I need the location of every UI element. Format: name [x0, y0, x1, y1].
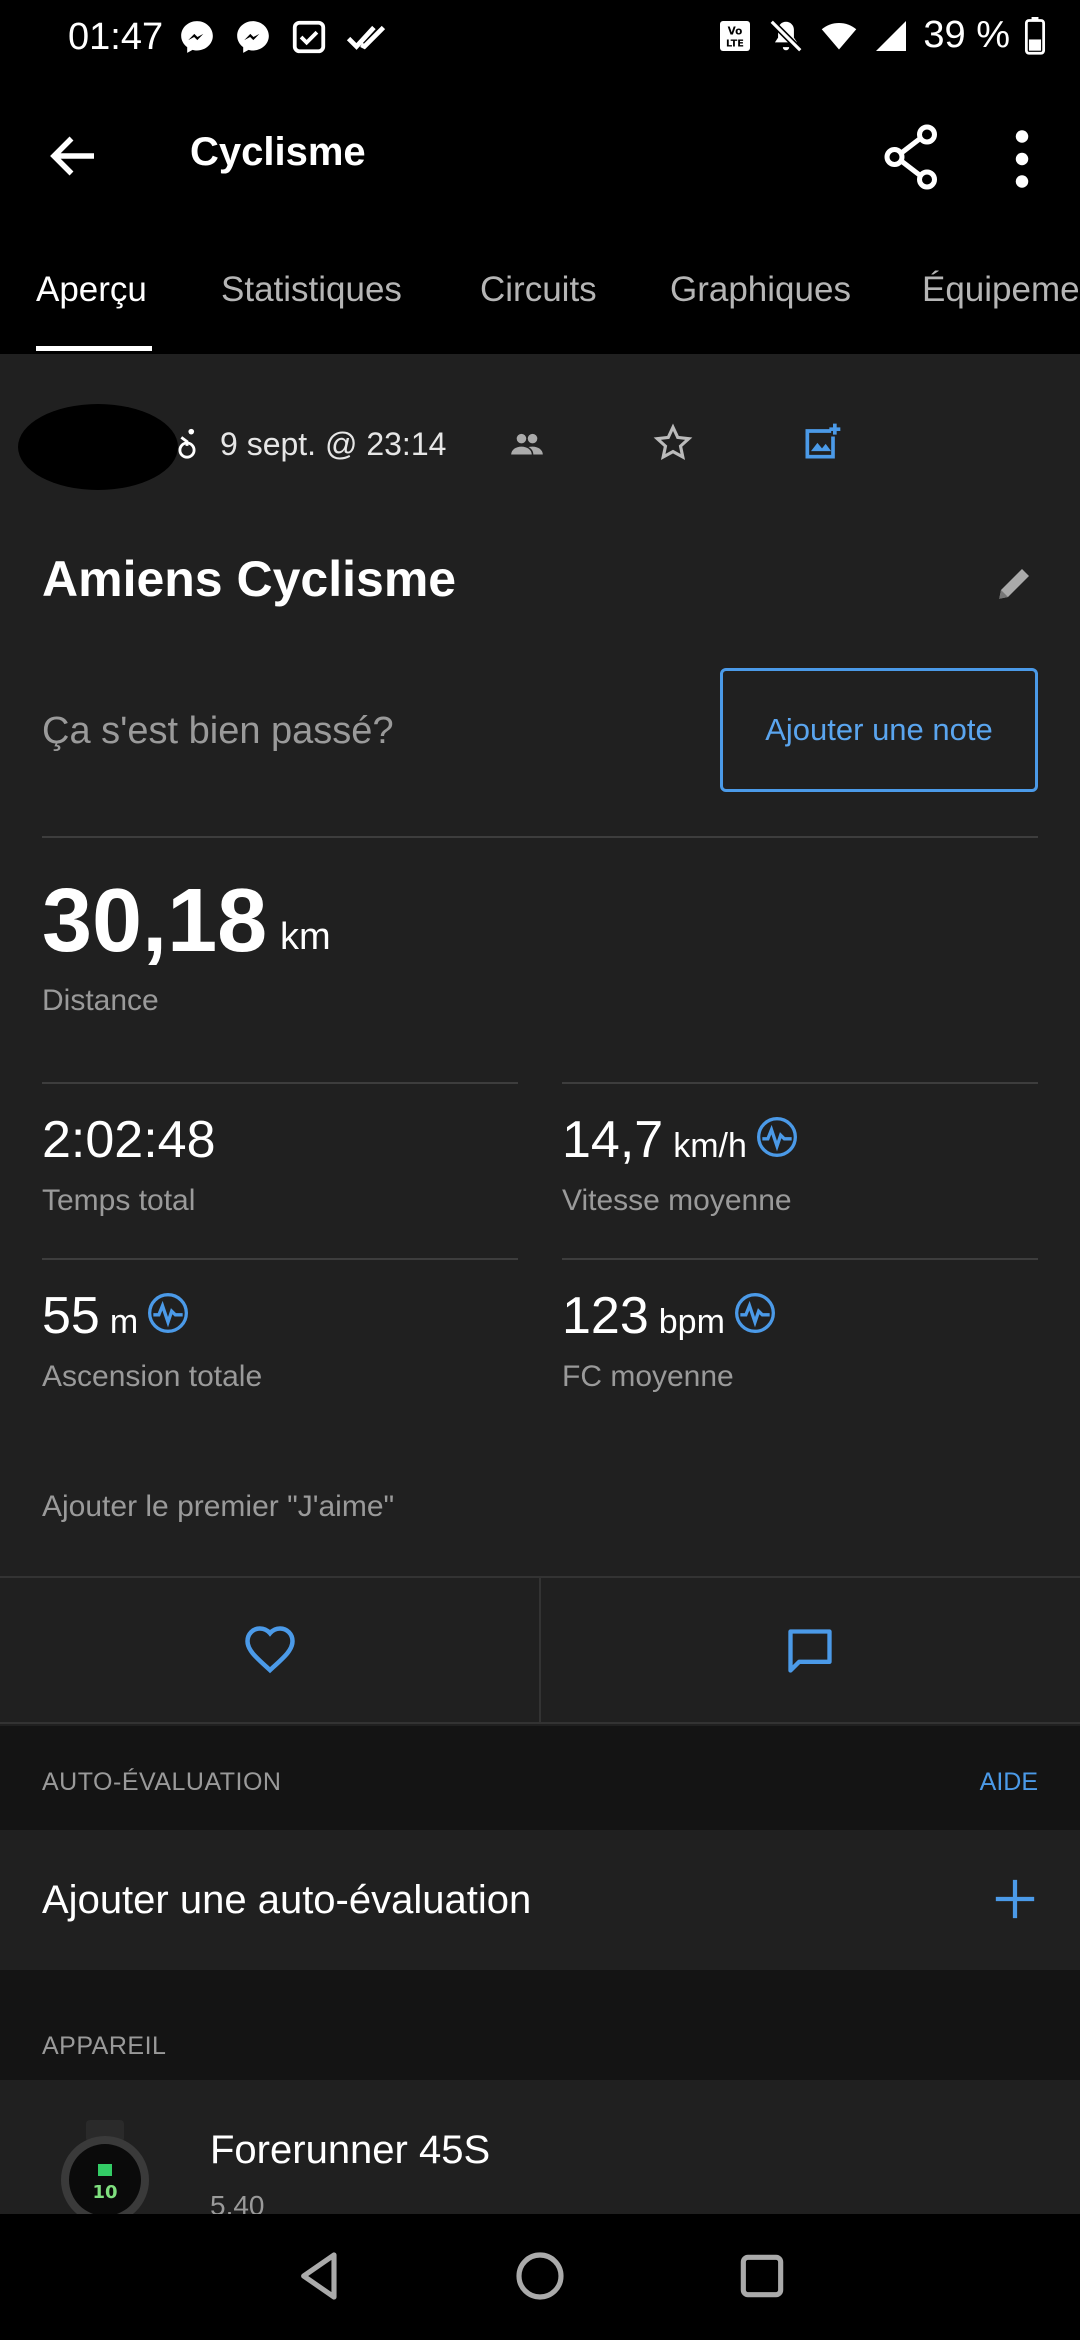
edit-pencil-icon[interactable]	[994, 562, 1036, 604]
back-button[interactable]	[44, 126, 104, 186]
nav-recents-icon[interactable]	[734, 2248, 790, 2304]
self-evaluation-header-band: AUTO-ÉVALUATION AIDE	[0, 1726, 1080, 1830]
svg-text:LTE: LTE	[726, 38, 744, 49]
messenger-icon	[237, 21, 269, 53]
stat-unit: km/h	[673, 1127, 747, 1165]
stat-number: 123	[562, 1287, 649, 1345]
share-icon	[884, 124, 937, 190]
device-version: 5.40	[210, 2190, 265, 2214]
volte-icon: VoLTE	[720, 20, 751, 51]
share-button[interactable]	[882, 122, 942, 192]
people-icon[interactable]	[508, 426, 546, 464]
heart-icon	[245, 1626, 295, 1674]
device-row[interactable]: 10 Forerunner 45S 5.40	[0, 2080, 1080, 2214]
divider	[42, 1258, 518, 1260]
tab-graphiques[interactable]: Graphiques	[670, 270, 851, 310]
like-prompt[interactable]: Ajouter le premier "J'aime"	[42, 1490, 394, 1524]
total-ascent-label: Ascension totale	[42, 1360, 263, 1393]
battery-icon	[1024, 16, 1046, 55]
battery-percent: 39 %	[923, 14, 1010, 56]
device-name: Forerunner 45S	[210, 2128, 491, 2172]
avg-hr-label: FC moyenne	[562, 1360, 734, 1393]
signal-icon	[876, 20, 907, 51]
divider	[42, 836, 1038, 838]
activity-date: 9 sept. @ 23:14	[220, 426, 447, 462]
avg-speed-value: 14,7 km/h	[562, 1110, 799, 1170]
double-check-icon	[346, 25, 386, 50]
system-icons: Vo LTE 39 %	[717, 14, 1046, 57]
tab-statistiques[interactable]: Statistiques	[221, 270, 402, 310]
nav-home-icon[interactable]	[512, 2248, 568, 2304]
activity-title: Amiens Cyclisme	[42, 551, 457, 607]
stat-unit: bpm	[658, 1303, 725, 1341]
divider	[42, 1082, 518, 1084]
add-self-evaluation-row[interactable]: Ajouter une auto-évaluation	[0, 1830, 1080, 1970]
like-button[interactable]	[0, 1578, 540, 1724]
system-navigation-bar	[0, 2214, 1080, 2340]
comment-button[interactable]	[540, 1578, 1080, 1724]
more-vert-icon	[1015, 130, 1029, 188]
distance-unit: km	[280, 916, 331, 958]
chart-pulse-icon[interactable]	[733, 1291, 777, 1335]
social-action-bar	[0, 1576, 1080, 1724]
star-icon[interactable]	[652, 422, 694, 464]
overview-content[interactable]: 9 sept. @ 23:14 Amiens Cyclisme Ça s'est…	[0, 354, 1080, 2214]
stat-unit: m	[109, 1303, 139, 1341]
chart-pulse-icon[interactable]	[146, 1291, 190, 1335]
chart-pulse-icon[interactable]	[755, 1115, 799, 1159]
arrow-left-icon	[50, 136, 94, 176]
more-options-button[interactable]	[1004, 124, 1040, 194]
stat-number: 55	[42, 1287, 100, 1345]
app-bar: Cyclisme	[0, 80, 1080, 230]
total-time-value: 2:02:48	[42, 1110, 216, 1170]
notification-icons	[178, 18, 386, 56]
tab-equipement[interactable]: Équipeme	[922, 270, 1080, 310]
mute-icon	[769, 19, 803, 52]
section-header: AUTO-ÉVALUATION	[42, 1768, 282, 1796]
add-photo-icon[interactable]	[800, 420, 844, 464]
watch-face-number: 10	[92, 2182, 117, 2203]
section-header: APPAREIL	[42, 2032, 167, 2060]
add-note-button[interactable]: Ajouter une note	[720, 668, 1038, 792]
wifi-icon	[822, 22, 857, 49]
stat-number: 2:02:48	[42, 1111, 216, 1169]
distance-label: Distance	[42, 984, 159, 1017]
divider	[562, 1082, 1038, 1084]
nav-back-icon[interactable]	[292, 2248, 348, 2304]
page-title: Cyclisme	[190, 130, 366, 174]
distance-value: 30,18	[42, 871, 268, 971]
watch-image: 10	[61, 2120, 149, 2214]
note-prompt: Ça s'est bien passé?	[42, 710, 394, 752]
svg-text:Vo: Vo	[728, 25, 743, 37]
tab-circuits[interactable]: Circuits	[480, 270, 597, 310]
messenger-icon	[181, 21, 213, 53]
total-ascent-value: 55 m	[42, 1286, 190, 1346]
tab-indicator	[36, 346, 152, 351]
tab-bar: Aperçu Statistiques Circuits Graphiques …	[0, 230, 1080, 354]
avatar	[18, 404, 178, 490]
divider	[562, 1258, 1038, 1260]
add-self-evaluation-label: Ajouter une auto-évaluation	[42, 1878, 532, 1922]
device-header-band: APPAREIL	[0, 1970, 1080, 2080]
stat-number: 14,7	[562, 1111, 664, 1169]
status-bar: 01:47 Vo LTE 39 %	[0, 0, 1080, 80]
tab-apercu[interactable]: Aperçu	[36, 270, 147, 310]
status-time: 01:47	[68, 16, 164, 58]
comment-icon	[788, 1629, 832, 1673]
avg-speed-label: Vitesse moyenne	[562, 1184, 792, 1217]
help-link[interactable]: AIDE	[980, 1768, 1038, 1797]
avg-hr-value: 123 bpm	[562, 1286, 777, 1346]
cycling-icon	[178, 428, 196, 459]
total-time-label: Temps total	[42, 1184, 196, 1217]
checkbox-icon	[292, 20, 326, 54]
plus-icon[interactable]	[992, 1876, 1038, 1922]
